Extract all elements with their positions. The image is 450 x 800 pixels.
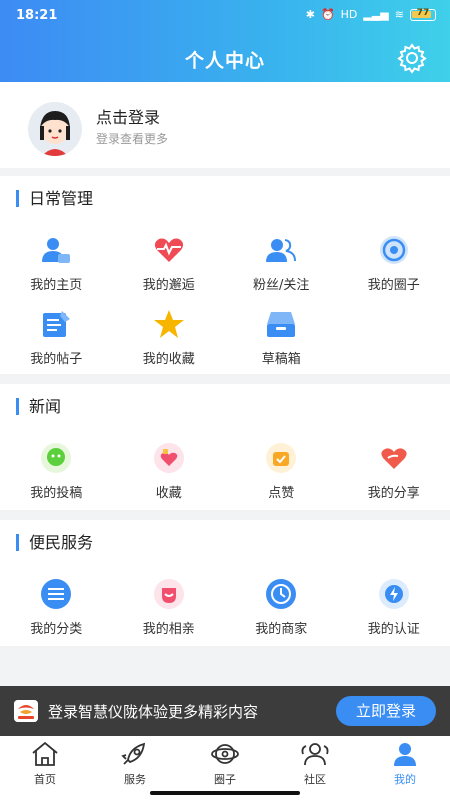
login-now-button[interactable]: 立即登录 [336,696,436,726]
post-edit-icon [43,311,71,337]
menu-collect[interactable]: 收藏 [113,442,226,502]
menu-label: 收藏 [155,486,182,501]
menu-my-submissions[interactable]: 我的投稿 [0,442,113,502]
users-icon [266,239,297,262]
battery-level: 77 [416,7,430,18]
avatar-cartoon-girl-icon [28,102,82,156]
menu-my-categories[interactable]: 我的分类 [0,578,113,638]
login-banner: 登录智慧仪陇体验更多精彩内容 立即登录 [0,686,450,736]
wifi-icon: ≋ [394,8,404,21]
menu-label: 我的分类 [30,622,83,637]
tab-label: 社区 [304,773,326,786]
menu-my-homepage[interactable]: 我的主页 [0,234,113,294]
like-icon [266,443,297,473]
login-subtitle: 登录查看更多 [96,132,169,146]
banner-text: 登录智慧仪陇体验更多精彩内容 [48,703,259,721]
menu-my-circles[interactable]: 我的圈子 [338,234,450,294]
category-list-icon [41,579,72,609]
merchant-clock-icon [266,579,297,609]
menu-label: 我的分享 [367,486,420,501]
menu-my-encounters[interactable]: 我的邂逅 [113,234,226,294]
tab-label: 首页 [34,773,56,786]
menu-label: 我的主页 [30,278,83,293]
menu-label: 我的投稿 [30,486,83,501]
rocket-icon [121,742,146,765]
planet-icon [211,744,239,764]
menu-label: 点赞 [268,486,295,501]
menu-label: 我的收藏 [142,352,195,367]
tab-home[interactable]: 首页 [0,736,90,800]
battery-icon: 77 [410,7,436,21]
circle-target-icon [379,236,408,264]
status-bar: 18:21 ✱ ⏰ HD ▂▃▅ ≋ 77 [0,6,450,26]
menu-label: 我的认证 [367,622,420,637]
menu-label: 我的商家 [255,622,308,637]
section-title-news: 新闻 [16,398,61,415]
user-card-icon [42,238,71,263]
status-icons: ✱ ⏰ HD ▂▃▅ ≋ 77 [306,8,436,21]
menu-my-posts[interactable]: 我的帖子 [0,308,113,368]
profile-card[interactable]: 点击登录 登录查看更多 [0,82,450,168]
menu-my-merchants[interactable]: 我的商家 [225,578,338,638]
profile-icon [394,743,416,766]
menu-my-shares[interactable]: 我的分享 [338,442,450,502]
community-icon [301,743,329,766]
app-logo-icon [14,700,38,722]
tab-label: 我的 [394,773,416,786]
menu-label: 草稿箱 [261,352,301,367]
alarm-icon: ⏰ [320,8,335,21]
heartbeat-icon [154,238,183,262]
page-title: 个人中心 [184,50,265,72]
signal-icon: ▂▃▅ [363,8,389,21]
menu-label: 我的相亲 [142,622,195,637]
submission-icon [41,443,72,473]
menu-my-favorites[interactable]: 我的收藏 [113,308,226,368]
home-indicator[interactable] [150,791,300,795]
menu-label: 我的圈子 [367,278,420,293]
menu-likes[interactable]: 点赞 [225,442,338,502]
menu-drafts[interactable]: 草稿箱 [225,308,338,368]
drafts-tray-icon [267,312,296,337]
top-header: 18:21 ✱ ⏰ HD ▂▃▅ ≋ 77 个人中心 [0,0,450,82]
login-prompt[interactable]: 点击登录 [96,104,160,128]
tab-label: 圈子 [214,773,236,786]
menu-label: 我的帖子 [30,352,83,367]
home-icon [32,741,58,766]
menu-label: 粉丝/关注 [253,278,310,293]
share-heart-icon [381,448,407,469]
avatar[interactable] [28,102,82,156]
verify-bolt-icon [378,579,409,609]
menu-my-verification[interactable]: 我的认证 [338,578,450,638]
app-logo [14,700,38,722]
star-icon [153,310,184,338]
menu-label: 我的邂逅 [142,278,195,293]
section-title-services: 便民服务 [16,534,93,551]
matchmaking-icon [153,579,184,609]
status-time: 18:21 [16,8,58,23]
section-title-daily: 日常管理 [16,190,93,207]
menu-fans-follows[interactable]: 粉丝/关注 [225,234,338,294]
news-section: 新闻 我的投稿 收藏 点赞 我的分享 [0,384,450,510]
gear-icon[interactable] [396,42,428,74]
tab-mine[interactable]: 我的 [360,736,450,800]
tab-label: 服务 [124,773,146,786]
bluetooth-icon: ✱ [305,8,315,21]
network-label: HD [340,8,358,21]
menu-my-matchmaking[interactable]: 我的相亲 [113,578,226,638]
favorite-heart-icon [153,443,184,473]
daily-management-section: 日常管理 我的主页 我的邂逅 粉丝/关注 我的圈子 我的帖子 我的收藏 草稿箱 [0,176,450,374]
services-section: 便民服务 我的分类 我的相亲 我的商家 我的认证 [0,520,450,646]
